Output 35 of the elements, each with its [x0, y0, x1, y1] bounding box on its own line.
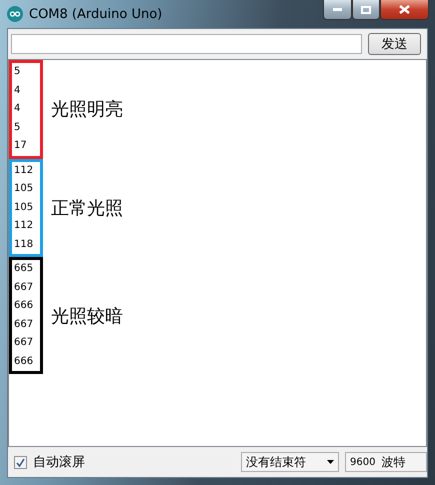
- window-title: COM8 (Arduino Uno): [29, 6, 164, 22]
- checkmark-icon: [16, 458, 25, 466]
- minimize-icon: [333, 8, 342, 11]
- serial-value: 666: [14, 354, 34, 368]
- line-ending-dropdown[interactable]: 没有结束符: [241, 452, 339, 472]
- autoscroll-label: 自动滚屏: [33, 454, 86, 471]
- dropdown-arrow-icon: [327, 460, 334, 464]
- serial-value: 112: [14, 219, 34, 233]
- serial-value: 118: [14, 238, 34, 252]
- close-button[interactable]: [380, 0, 429, 20]
- serial-value: 5: [14, 65, 22, 79]
- serial-value: 667: [14, 318, 34, 332]
- close-icon: [399, 5, 410, 14]
- maximize-icon: [361, 6, 371, 14]
- serial-value: 667: [14, 280, 34, 294]
- autoscroll-checkbox[interactable]: [14, 456, 27, 468]
- serial-value: 105: [14, 200, 34, 214]
- serial-value: 5: [14, 120, 22, 134]
- send-button[interactable]: 发送: [368, 33, 421, 55]
- annotation-label: 光照明亮: [51, 98, 123, 122]
- annotation-label: 光照较暗: [51, 304, 123, 328]
- annotation-label: 正常光照: [51, 196, 123, 220]
- maximize-button[interactable]: [352, 0, 380, 20]
- minimize-button[interactable]: [323, 0, 352, 20]
- serial-value: 105: [14, 182, 34, 196]
- serial-value: 4: [14, 102, 22, 116]
- serial-value: 665: [14, 262, 34, 276]
- infinity-logo-icon: [7, 6, 23, 22]
- serial-value: 666: [14, 299, 34, 313]
- serial-value: 17: [14, 139, 28, 153]
- serial-value: 667: [14, 336, 34, 350]
- serial-value: 4: [14, 84, 22, 98]
- baud-rate-dropdown[interactable]: 9600 波特: [345, 452, 427, 472]
- serial-value: 112: [14, 164, 34, 178]
- send-input-field[interactable]: [11, 34, 362, 54]
